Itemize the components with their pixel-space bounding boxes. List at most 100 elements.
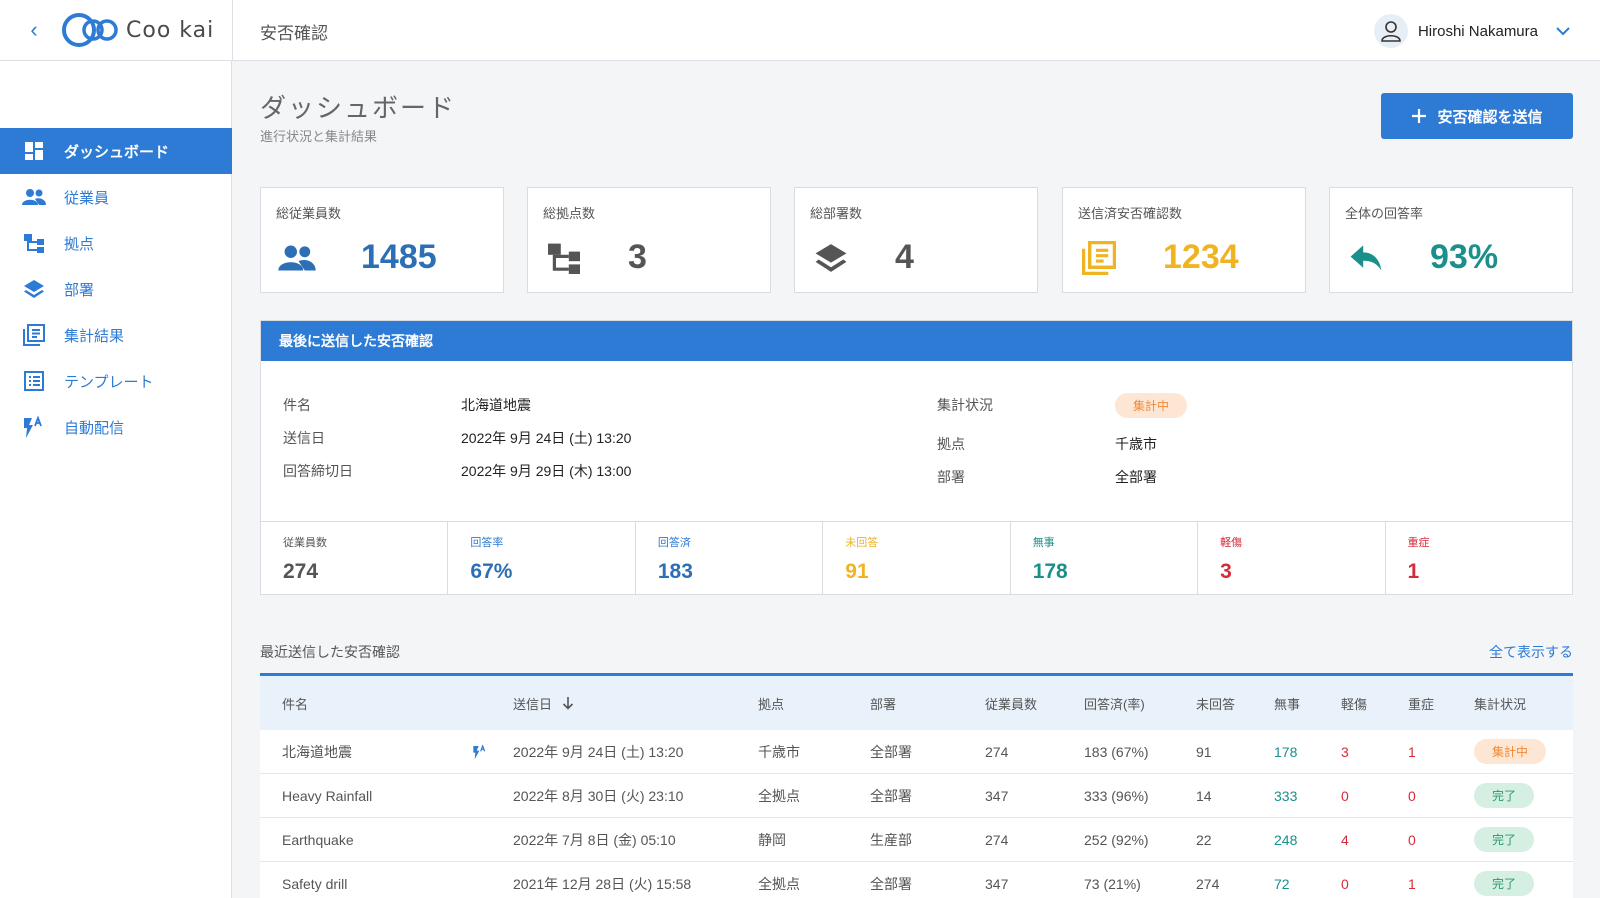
auto-send-icon [22, 415, 46, 439]
status-badge: 集計中 [1115, 393, 1188, 418]
logo-text: Coo kai [126, 17, 215, 43]
table-row[interactable]: Heavy Rainfall 2022年 8月 30日 (火) 23:10 全拠… [260, 774, 1573, 818]
stat-card-departments: 総部署数 4 [794, 187, 1038, 293]
table-row[interactable]: Earthquake 2022年 7月 8日 (金) 05:10 静岡 生産部 … [260, 818, 1573, 862]
status-badge: 集計中 [1474, 739, 1547, 764]
stat-card-employees: 総従業員数 1485 [260, 187, 504, 293]
row-site: 千歳市 [758, 743, 800, 760]
sitemap-icon [544, 241, 584, 275]
stat-card-sites: 総拠点数 3 [527, 187, 771, 293]
status-label: 集計状況 [937, 397, 993, 413]
col-dept[interactable]: 部署 [870, 676, 896, 730]
stat-value: 1485 [361, 238, 437, 276]
sidebar-item-label: テンプレート [64, 373, 154, 391]
col-status[interactable]: 集計状況 [1474, 676, 1526, 730]
user-menu[interactable]: Hiroshi Nakamura [1373, 14, 1570, 48]
sidebar-item-label: 拠点 [64, 235, 95, 253]
row-minor: 4 [1341, 831, 1349, 848]
metric-label: 回答率 [470, 537, 504, 549]
site-label: 拠点 [937, 436, 965, 452]
sidebar-item-label: 自動配信 [64, 419, 125, 437]
table-row[interactable]: Safety drill 2021年 12月 28日 (火) 15:58 全拠点… [260, 862, 1573, 898]
row-severe: 0 [1408, 831, 1416, 848]
plus-icon [1412, 109, 1427, 123]
row-safe: 72 [1274, 875, 1290, 892]
metric-minor-injury: 軽傷 3 [1198, 522, 1386, 595]
sidebar-item-reports[interactable]: 集計結果 [0, 312, 232, 358]
row-unanswered: 22 [1196, 831, 1212, 848]
row-status-cell: 完了 [1474, 862, 1535, 898]
stat-label: 総従業員数 [276, 206, 342, 221]
stat-card-response-rate: 全体の回答率 93% [1329, 187, 1573, 293]
table-row[interactable]: 北海道地震 2022年 9月 24日 (土) 13:20 千歳市 全部署 274… [260, 730, 1573, 774]
col-safe[interactable]: 無事 [1274, 676, 1300, 730]
row-status-cell: 完了 [1474, 818, 1535, 861]
stat-value: 1234 [1163, 238, 1239, 276]
people-icon [277, 241, 317, 275]
col-severe[interactable]: 重症 [1408, 676, 1434, 730]
row-status-cell: 集計中 [1474, 730, 1547, 773]
row-severe: 1 [1408, 875, 1416, 892]
row-sent: 2021年 12月 28日 (火) 15:58 [513, 875, 692, 892]
row-site: 全拠点 [758, 787, 800, 804]
header-title: 安否確認 [260, 24, 328, 43]
report-icon [1079, 241, 1119, 275]
row-employees: 347 [985, 875, 1009, 892]
sort-down-icon [562, 697, 574, 710]
status-badge: 完了 [1474, 827, 1535, 852]
row-safe: 248 [1274, 831, 1298, 848]
page-subtitle: 進行状況と集計結果 [260, 129, 378, 144]
metric-value: 274 [283, 560, 319, 583]
deadline-label: 回答締切日 [283, 463, 353, 479]
stat-value: 4 [895, 238, 914, 276]
reply-icon [1346, 241, 1386, 275]
stat-label: 総拠点数 [543, 206, 596, 221]
row-subject: Safety drill [282, 875, 348, 892]
top-bar: ‹ Coo kai 安否確認 Hiroshi Nakamura [0, 0, 1600, 61]
sidebar-item-sites[interactable]: 拠点 [0, 220, 232, 266]
row-employees: 274 [985, 831, 1009, 848]
sidebar-item-templates[interactable]: テンプレート [0, 358, 232, 404]
metric-label: 重症 [1407, 537, 1430, 549]
sidebar-item-auto-send[interactable]: 自動配信 [0, 404, 232, 450]
metrics-row: 従業員数 274 回答率 67% 回答済 183 未回答 91 無事 178 軽… [261, 521, 1572, 595]
col-site[interactable]: 拠点 [758, 676, 784, 730]
people-icon [22, 185, 46, 209]
latest-safety-check-panel: 最後に送信した安否確認 件名 北海道地震 送信日 2022年 9月 24日 (土… [260, 320, 1573, 595]
row-safe: 178 [1274, 743, 1298, 760]
row-subject: 北海道地震 [282, 743, 352, 760]
layers-icon [22, 277, 46, 301]
sidebar: ダッシュボード 従業員 拠点 部署 集計結果 テンプレート 自動配信 [0, 61, 232, 898]
logo-mark-icon [62, 13, 118, 47]
col-answered[interactable]: 回答済(率) [1084, 676, 1145, 730]
col-employees[interactable]: 従業員数 [985, 676, 1037, 730]
sitemap-icon [22, 231, 46, 255]
sidebar-item-label: 部署 [64, 281, 95, 299]
status-badge: 完了 [1474, 871, 1535, 896]
col-minor[interactable]: 軽傷 [1341, 676, 1367, 730]
recent-title: 最近送信した安否確認 [260, 644, 400, 660]
col-subject[interactable]: 件名 [282, 676, 308, 730]
col-sent-date[interactable]: 送信日 [513, 676, 574, 730]
row-dept: 全部署 [870, 787, 912, 804]
stat-value: 93% [1430, 238, 1499, 276]
row-minor: 3 [1341, 743, 1349, 760]
row-site: 全拠点 [758, 875, 800, 892]
table-header: 件名 送信日 拠点 部署 従業員数 回答済(率) 未回答 無事 軽傷 重症 集計… [260, 676, 1573, 730]
logo[interactable]: Coo kai [62, 13, 214, 47]
stat-label: 全体の回答率 [1345, 206, 1424, 221]
status-badge: 完了 [1474, 783, 1535, 808]
show-all-link[interactable]: 全て表示する [1489, 642, 1573, 662]
user-avatar-icon [1373, 14, 1408, 48]
send-safety-check-button[interactable]: 安否確認を送信 [1381, 93, 1573, 139]
sidebar-item-dashboard[interactable]: ダッシュボード [0, 128, 232, 174]
deadline-value: 2022年 9月 29日 (木) 13:00 [461, 463, 632, 479]
back-icon[interactable]: ‹ [22, 18, 46, 42]
sidebar-item-departments[interactable]: 部署 [0, 266, 232, 312]
col-unanswered[interactable]: 未回答 [1196, 676, 1235, 730]
row-answered: 333 (96%) [1084, 787, 1149, 804]
dept-label: 部署 [937, 469, 965, 485]
sidebar-item-employees[interactable]: 従業員 [0, 174, 232, 220]
stat-card-sent: 送信済安否確認数 1234 [1062, 187, 1306, 293]
metric-label: 無事 [1032, 537, 1055, 549]
